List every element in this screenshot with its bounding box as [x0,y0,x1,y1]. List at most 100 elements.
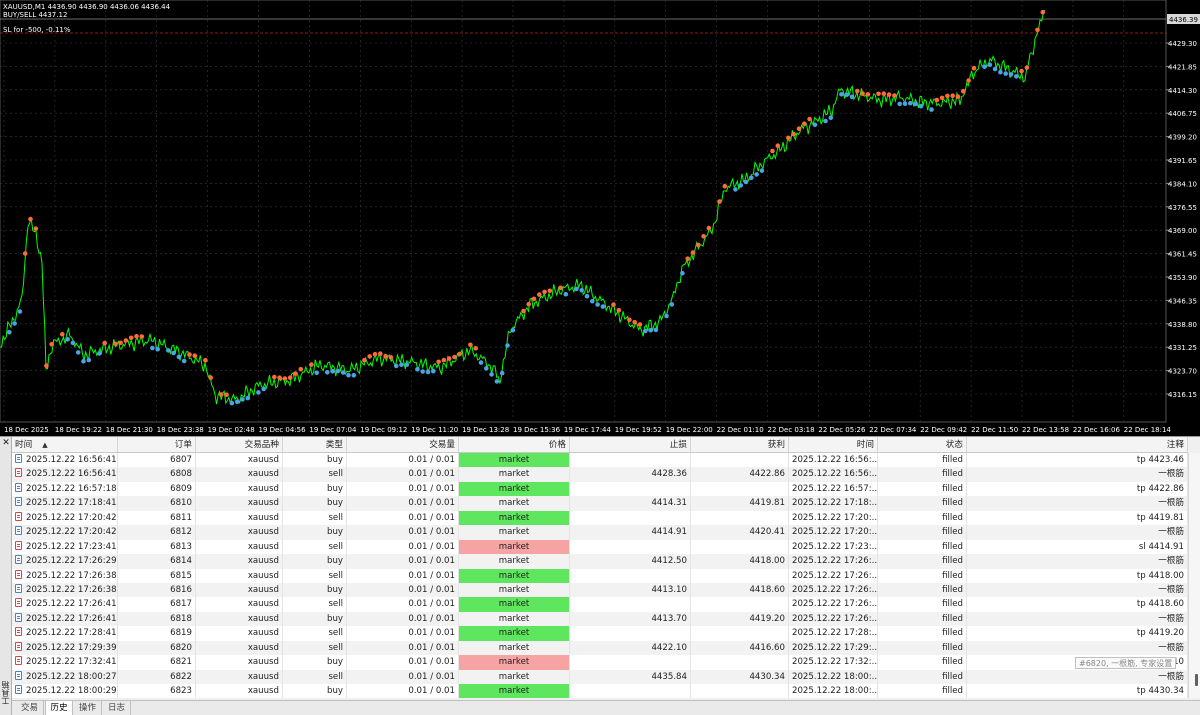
table-row[interactable]: 2025.12.22 16:56:41 6807 xauusd buy 0.01 / 0… [12,453,1188,468]
buy-marker [240,397,245,402]
header-time[interactable]: 时间 ▲ [12,437,118,452]
cell-symbol: xauusd [196,554,283,569]
sell-marker [526,301,531,307]
header-time2[interactable]: 时间 [789,437,878,452]
sell-marker [293,371,298,376]
table-row[interactable]: 2025.12.22 16:56:41 6808 xauusd sell 0.01 / … [12,467,1188,482]
order-ticket-icon [15,540,22,550]
cell-volume: 0.01 / 0.01 [347,568,459,583]
sell-marker [383,353,388,359]
header-order[interactable]: 订单 [118,437,196,452]
table-row[interactable]: 2025.12.22 17:26:41 6817 xauusd sell 0.01 / … [12,597,1188,612]
table-row[interactable]: 2025.12.22 16:57:18 6809 xauusd buy 0.01 / 0… [12,481,1188,497]
buy-marker [754,172,759,177]
time-tick-label: 19 Dec 11:20 [411,426,458,434]
header-tp[interactable]: 获利 [691,437,789,452]
time-tick-label: 22 Dec 11:50 [971,426,1018,434]
table-row[interactable]: 2025.12.22 17:23:41 6813 xauusd sell 0.01 / … [12,539,1188,555]
cell-symbol: xauusd [196,568,283,583]
sell-marker [468,342,473,348]
table-row[interactable]: 2025.12.22 17:28:41 6819 xauusd sell 0.01 / … [12,626,1188,641]
cell-status: filled [878,597,967,612]
cell-symbol: xauusd [196,525,283,540]
header-type[interactable]: 类型 [283,437,347,452]
cell-tp [691,568,789,583]
tab-2[interactable]: 操作 [74,701,102,715]
buy-marker [902,101,908,106]
buy-marker [595,302,600,307]
tab-0[interactable]: 交易 [16,701,44,715]
table-row[interactable]: 2025.12.22 17:26:29 6814 xauusd buy 0.01 / 0… [12,554,1188,569]
buy-marker [256,390,261,395]
chart-symbol-info: XAUUSD,M1 4436.90 4436.90 4436.06 4436.4… [3,3,171,11]
chart-canvas[interactable]: 4429.30 4421.85 4414.30 4406.75 4399.20 4391.… [0,0,1200,436]
sell-marker [436,359,441,365]
table-row[interactable]: 2025.12.22 17:29:39 6820 xauusd sell 0.01 / … [12,640,1188,656]
buy-marker [992,66,998,72]
cell-tp [691,481,789,497]
time-tick-label: 19 Dec 07:04 [309,426,357,434]
sell-marker [208,375,213,381]
cell-type: buy [283,453,347,468]
sell-marker [685,256,690,262]
buy-marker [478,360,484,365]
price-tick-label: 4338.80 [1168,321,1197,329]
price-tick-label: 4421.85 [1168,63,1197,71]
cell-price: market [459,669,570,684]
header-sl[interactable]: 止损 [570,437,691,452]
sell-marker [786,135,791,141]
header-comment[interactable]: 注释 [967,437,1188,452]
table-row[interactable]: 2025.12.22 17:26:38 6815 xauusd sell 0.01 / … [12,568,1188,583]
table-row[interactable]: 2025.12.22 17:18:41 6810 xauusd buy 0.01 / 0… [12,496,1188,511]
order-ticket-icon [15,583,22,593]
table-scrollbar[interactable] [1188,453,1200,698]
cell-comment: 一根筋 [967,525,1188,540]
buy-marker [844,92,849,97]
table-row[interactable]: 2025.12.22 17:26:38 6816 xauusd buy 0.01 / 0… [12,582,1188,598]
scrollbar-thumb[interactable] [1195,674,1198,686]
time-tick-label: 22 Dec 01:10 [717,426,764,434]
buy-marker [166,348,171,353]
cell-status: filled [878,568,967,583]
tab-3[interactable]: 日志 [103,701,131,715]
sell-marker [452,354,457,360]
buy-marker [65,337,70,342]
price-chart[interactable]: 4429.30 4421.85 4414.30 4406.75 4399.20 4391.… [0,0,1200,436]
header-status[interactable]: 状态 [878,437,967,452]
chart-sl-info: SL for -500, -0.11% [3,26,71,34]
table-row[interactable]: 2025.12.22 17:20:42 6811 xauusd sell 0.01 / … [12,510,1188,526]
cell-symbol: xauusd [196,611,283,627]
header-symbol[interactable]: 交易品种 [196,437,283,452]
cell-price: market [459,568,570,583]
buy-marker [648,327,653,333]
sell-marker [945,93,950,99]
cell-time: 2025.12.22 17:26:29 [12,554,118,569]
price-tick-label: 4406.75 [1168,110,1197,118]
cell-status: filled [878,655,967,670]
buy-marker [743,179,749,185]
order-ticket-icon [15,511,22,521]
cell-type: sell [283,626,347,641]
table-row[interactable]: 2025.12.22 18:00:27 6822 xauusd sell 0.01 / … [12,669,1188,684]
buy-marker [733,187,738,192]
cell-time: 2025.12.22 16:57:18 [12,481,118,497]
table-row[interactable]: 2025.12.22 18:00:29 6823 xauusd buy 0.01 / 0… [12,684,1188,699]
header-volume[interactable]: 交易量 [347,437,459,452]
header-price[interactable]: 价格 [459,437,570,452]
table-row[interactable]: 2025.12.22 17:26:41 6818 xauusd buy 0.01 / 0… [12,611,1188,627]
cell-price: market [459,467,570,482]
row-tooltip: #6820, 一根筋, 专家设置 [1075,657,1177,669]
table-row[interactable]: 2025.12.22 17:32:41 6821 xauusd buy 0.01 / 0… [12,655,1188,670]
order-ticket-icon [15,497,22,507]
cell-symbol: xauusd [196,626,283,641]
close-icon[interactable]: ✕ [1,438,11,448]
price-tick-label: 4376.55 [1168,204,1197,212]
cell-tp [691,655,789,670]
buy-marker [346,372,351,378]
cell-type: buy [283,525,347,540]
table-row[interactable]: 2025.12.22 17:20:42 6812 xauusd buy 0.01 / 0… [12,525,1188,540]
time-tick-label: 19 Dec 13:28 [462,426,509,434]
tab-1[interactable]: 历史 [45,701,73,715]
sell-marker [367,354,373,359]
order-ticket-icon [15,468,22,478]
